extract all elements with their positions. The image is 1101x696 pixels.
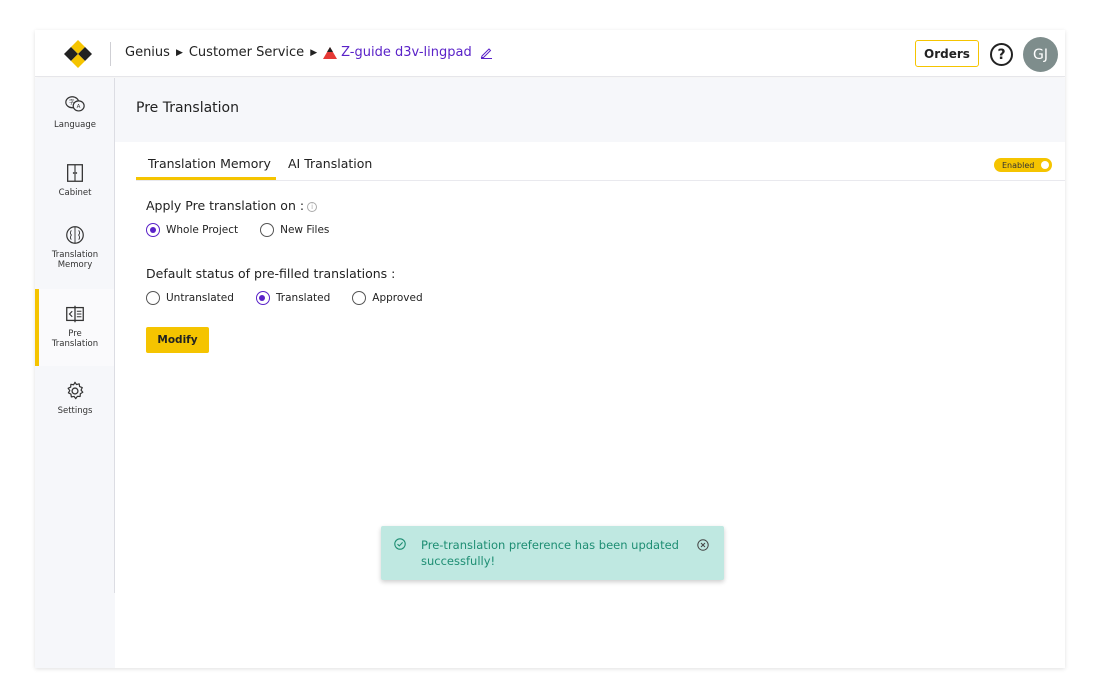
radio-label: New Files (280, 224, 330, 236)
radio-label: Whole Project (166, 224, 239, 236)
tab-bar: Translation Memory AI Translation Enable… (136, 142, 1065, 181)
sidebar-item-settings[interactable]: Settings (35, 380, 115, 416)
app-window: Genius ▶ Customer Service ▶ Z-guide d3v-… (35, 30, 1065, 668)
sidebar-item-label: Settings (57, 406, 93, 416)
project-icon (323, 46, 338, 59)
modify-button[interactable]: Modify (146, 327, 209, 353)
top-bar: Genius ▶ Customer Service ▶ Z-guide d3v-… (35, 30, 1065, 77)
caret-right-icon: ▶ (310, 47, 318, 58)
enabled-toggle[interactable]: Enabled (994, 158, 1052, 172)
radio-unselected-icon (146, 291, 160, 305)
breadcrumb-customer-service[interactable]: Customer Service (189, 45, 304, 60)
svg-text:字: 字 (69, 98, 75, 106)
logo-divider (110, 42, 111, 66)
pencil-icon[interactable] (480, 46, 493, 59)
sidebar-item-cabinet[interactable]: Cabinet (35, 162, 115, 198)
page-header: Pre Translation (115, 78, 1065, 142)
radio-unselected-icon (260, 223, 275, 237)
help-icon[interactable]: ? (990, 43, 1013, 66)
sidebar-item-pre-translation[interactable]: Pre Translation (35, 303, 115, 349)
check-circle-icon (394, 538, 406, 550)
gear-icon (67, 381, 84, 400)
sidebar-item-language[interactable]: 字 A Language (35, 94, 115, 130)
radio-selected-icon (146, 223, 160, 237)
avatar[interactable]: GJ (1023, 37, 1058, 72)
radio-new-files[interactable]: New Files (260, 223, 329, 237)
radio-selected-icon (255, 291, 270, 305)
brain-icon (66, 226, 84, 244)
radio-whole-project[interactable]: Whole Project (146, 223, 238, 237)
apply-label-row: Apply Pre translation on :i (146, 198, 318, 213)
toast-message: Pre-translation preference has been upda… (421, 538, 679, 568)
radio-label: Translated (275, 292, 331, 304)
caret-right-icon: ▶ (175, 47, 183, 58)
pre-translation-icon (66, 305, 84, 323)
radio-translated[interactable]: Translated (255, 291, 331, 305)
page-title: Pre Translation (136, 100, 239, 116)
sidebar-item-label: Pre Translation (51, 329, 99, 349)
status-label: Default status of pre-filled translation… (146, 266, 396, 281)
logo-icon[interactable] (63, 39, 93, 69)
status-radio-group: Untranslated Translated Approved (146, 291, 445, 305)
svg-text:A: A (77, 104, 81, 110)
success-toast: Pre-translation preference has been upda… (381, 526, 724, 580)
apply-radio-group: Whole Project New Files (146, 223, 351, 237)
apply-label: Apply Pre translation on : (146, 198, 305, 213)
breadcrumb: Genius ▶ Customer Service ▶ Z-guide d3v-… (125, 45, 493, 60)
breadcrumb-project[interactable]: Z-guide d3v-lingpad (341, 45, 472, 60)
breadcrumb-genius[interactable]: Genius (125, 45, 170, 60)
sidebar-item-label: Cabinet (58, 188, 92, 198)
sidebar-item-label: Translation Memory (51, 250, 99, 270)
tab-ai-translation[interactable]: AI Translation (288, 156, 372, 171)
sidebar-item-translation-memory[interactable]: Translation Memory (35, 224, 115, 270)
toggle-knob (1041, 161, 1049, 169)
radio-label: Approved (372, 292, 423, 304)
radio-unselected-icon (352, 291, 367, 305)
sidebar-item-label: Language (54, 120, 96, 130)
close-icon[interactable] (697, 539, 709, 551)
cabinet-icon (67, 164, 83, 182)
language-icon: 字 A (65, 96, 85, 112)
radio-untranslated[interactable]: Untranslated (146, 291, 234, 305)
active-tab-indicator (136, 177, 276, 180)
tab-translation-memory[interactable]: Translation Memory (148, 156, 271, 171)
orders-button[interactable]: Orders (915, 40, 979, 67)
info-icon[interactable]: i (307, 202, 318, 212)
radio-label: Untranslated (166, 292, 234, 304)
toggle-label: Enabled (1002, 160, 1035, 170)
radio-approved[interactable]: Approved (352, 291, 423, 305)
